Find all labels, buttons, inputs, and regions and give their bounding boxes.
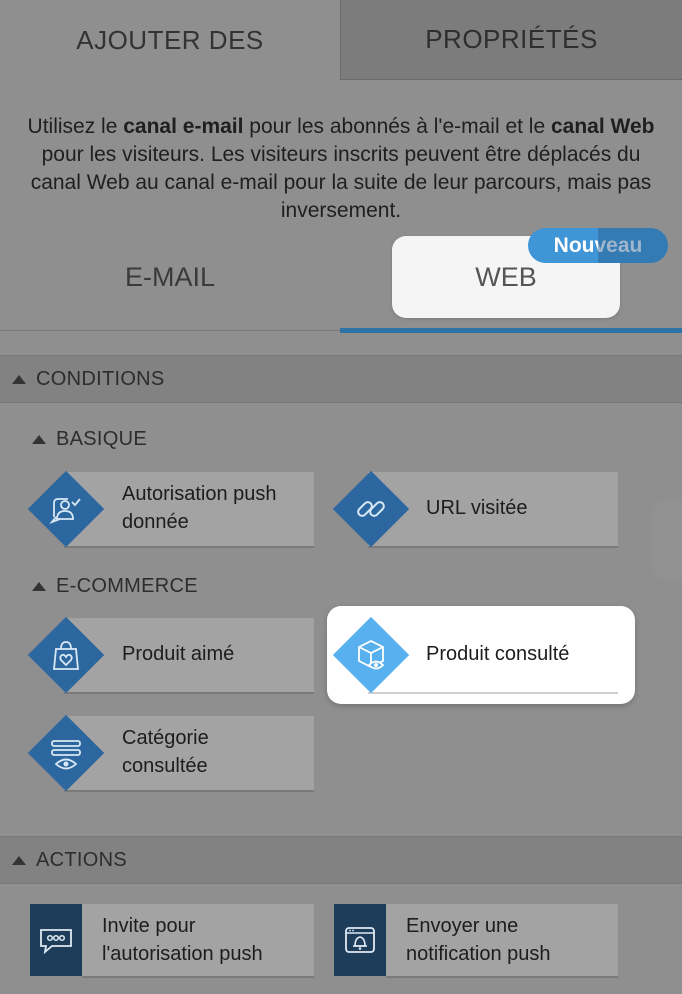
subsection-basic-label: BASIQUE [56,428,148,450]
scroll-handle[interactable] [652,500,682,580]
link-icon [357,501,385,517]
section-conditions[interactable]: CONDITIONS [0,355,682,403]
collapse-triangle-icon [32,582,46,591]
card-push-granted-label: Autorisation push donnée [122,483,277,533]
subsection-ecommerce-label: E-COMMERCE [56,575,198,597]
list-eye-icon [51,740,81,770]
collapse-triangle-icon [12,374,26,384]
card-product-liked-label: Produit aimé [122,643,235,665]
browser-bell-icon [334,904,386,976]
tab-properties[interactable]: PROPRIÉTÉS [340,0,682,80]
card-send-push-label: Envoyer une notification push [406,915,551,965]
section-conditions-label: CONDITIONS [36,367,165,390]
collapse-triangle-icon [12,855,26,865]
intro-bold-web: canal Web [550,115,655,138]
intro-bold-email: canal e-mail [123,115,244,138]
box-eye-icon [358,639,385,670]
top-tabs: AJOUTER DES PROPRIÉTÉS [0,0,682,80]
card-product-viewed-label: Produit consulté [426,643,570,665]
section-actions[interactable]: ACTIONS [0,836,682,884]
channel-divider [0,330,340,331]
channel-intro-text: Utilisez le canal e-mail pour les abonné… [20,113,662,225]
person-chat-check-icon [49,498,81,524]
intro-text-2: pour les abonnés à l'e-mail et le [243,115,551,138]
card-push-invite[interactable]: Invite pour l'autorisation push [82,904,314,976]
card-push-invite-label: Invite pour l'autorisation push [102,915,263,965]
subsection-ecommerce[interactable]: E-COMMERCE [32,575,198,598]
subsection-basic[interactable]: BASIQUE [32,428,147,451]
card-category-viewed-label: Catégorie consultée [122,727,209,777]
card-send-push[interactable]: Envoyer une notification push [386,904,618,976]
collapse-triangle-icon [32,435,46,444]
intro-text-1: Utilisez le [27,115,124,138]
shopping-bag-heart-icon [53,641,79,670]
intro-text-3: pour les visiteurs. Les visiteurs inscri… [30,143,652,222]
section-actions-label: ACTIONS [36,848,127,871]
new-badge-overlay [598,228,668,263]
tab-add[interactable]: AJOUTER DES [0,0,340,80]
card-url-visited-label: URL visitée [426,497,528,519]
channel-tab-email[interactable]: E-MAIL [0,236,340,318]
chat-dots-icon [30,904,82,976]
channel-active-indicator [340,328,682,333]
